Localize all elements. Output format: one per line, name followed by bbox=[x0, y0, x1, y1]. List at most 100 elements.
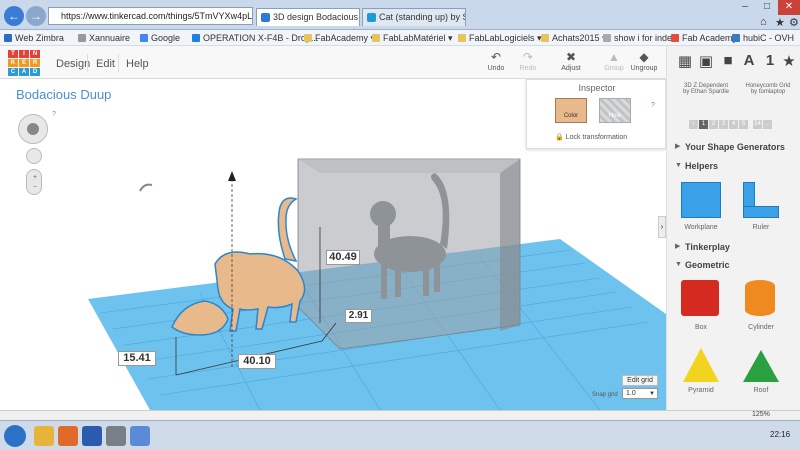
tinkercad-logo[interactable]: T I N K E R C A D bbox=[8, 49, 42, 77]
bookmark-folder[interactable]: FabAcademy ▾ bbox=[304, 32, 375, 44]
pager-current[interactable]: 1 bbox=[699, 120, 708, 129]
pager-prev-icon[interactable]: ‹ bbox=[689, 120, 698, 129]
explorer-taskbar-icon[interactable] bbox=[34, 426, 54, 446]
numbers-tab-icon[interactable]: 1 bbox=[760, 52, 780, 69]
shape-item[interactable]: 3D Z Dependent by Ethan Spardle bbox=[675, 83, 737, 95]
bookmark-icon bbox=[603, 34, 611, 42]
bookmark-folder[interactable]: Achats2015 ▾ bbox=[541, 32, 607, 44]
back-arrow-icon[interactable]: ← bbox=[4, 6, 24, 26]
menu-divider bbox=[118, 54, 119, 72]
pager-page[interactable]: ... bbox=[763, 120, 772, 129]
home-view-button[interactable] bbox=[26, 148, 42, 164]
lift-arrow-icon[interactable] bbox=[228, 171, 236, 181]
bookmark-folder[interactable]: FabLabLogiciels ▾ bbox=[458, 32, 542, 44]
roof-label: Roof bbox=[753, 387, 769, 394]
rotate-handle-icon[interactable] bbox=[139, 183, 153, 192]
design-workspace[interactable]: Bodacious Duup ? + − 40.49 2.91 40.10 15… bbox=[0, 79, 666, 410]
bookmark-item[interactable]: OPERATION X-F4B - Drop... bbox=[192, 32, 318, 44]
cylinder-shape-thumb[interactable] bbox=[745, 280, 775, 316]
pyramid-shape-thumb[interactable] bbox=[681, 346, 721, 384]
pager-page[interactable]: 3 bbox=[719, 120, 728, 129]
triangle-down-icon: ▼ bbox=[675, 162, 682, 169]
inspector-panel: Inspector Color Hole ? 🔒 Lock transforma… bbox=[526, 79, 666, 149]
grid-tab-icon[interactable]: ▦ bbox=[675, 52, 695, 70]
color-swatch[interactable]: Color bbox=[555, 98, 587, 123]
bookmark-icon bbox=[78, 34, 86, 42]
menu-design[interactable]: Design bbox=[56, 58, 90, 70]
helpers-section[interactable]: ▼ Helpers bbox=[667, 158, 800, 174]
inspector-help-mark[interactable]: ? bbox=[651, 102, 655, 109]
view-cube-control[interactable] bbox=[18, 114, 48, 144]
zoom-control[interactable]: + − bbox=[26, 169, 42, 195]
address-bar[interactable]: https://www.tinkercad.com/things/5TmVYXw… bbox=[48, 7, 253, 25]
elevation-dimension-label[interactable]: 2.91 bbox=[345, 309, 372, 323]
close-icon[interactable]: ✕ bbox=[778, 0, 800, 15]
app-taskbar-icon[interactable] bbox=[130, 426, 150, 446]
star-icon[interactable]: ★ bbox=[775, 16, 785, 29]
app-taskbar-icon[interactable] bbox=[106, 426, 126, 446]
ruler-label: Ruler bbox=[752, 224, 770, 231]
bookmark-item[interactable]: show i for index bbox=[603, 32, 677, 44]
box-shape-thumb[interactable] bbox=[681, 280, 719, 316]
hole-box-top bbox=[298, 159, 520, 173]
bookmark-folder[interactable]: FabLabMatériel ▾ bbox=[372, 32, 453, 44]
pager-page[interactable]: 5 bbox=[739, 120, 748, 129]
geometric-section[interactable]: ▼ Geometric bbox=[667, 257, 800, 273]
maximize-icon[interactable]: □ bbox=[756, 0, 778, 15]
favorites-tab-icon[interactable]: ★ bbox=[779, 52, 799, 70]
panel-collapse-chevron-icon[interactable]: › bbox=[658, 216, 666, 238]
zoom-level[interactable]: 125% bbox=[752, 411, 770, 418]
redo-button[interactable]: ↷ Redo bbox=[510, 50, 546, 72]
bookmark-item[interactable]: hubiC - OVH bbox=[732, 32, 794, 44]
clock[interactable]: 22:16 bbox=[770, 430, 790, 439]
snap-grid-label: Snap grid bbox=[592, 392, 618, 398]
edit-grid-button[interactable]: Edit grid bbox=[622, 375, 658, 386]
length-dimension-label[interactable]: 40.10 bbox=[238, 354, 276, 369]
menu-help[interactable]: Help bbox=[126, 58, 149, 70]
lock-transformation[interactable]: 🔒 Lock transformation bbox=[555, 133, 627, 141]
height-dimension-label[interactable]: 40.49 bbox=[326, 250, 360, 265]
cube-tab-icon[interactable]: ▣ bbox=[696, 52, 716, 70]
ungroup-button[interactable]: ◆ Ungroup bbox=[626, 50, 662, 72]
bookmark-item[interactable]: Fab Academy bbox=[671, 32, 737, 44]
tab-label: Cat (standing up) by Scintilla... bbox=[379, 12, 465, 22]
menu-edit[interactable]: Edit bbox=[96, 58, 115, 70]
adjust-button[interactable]: ✖ Adjust bbox=[553, 50, 589, 72]
view-help-mark[interactable]: ? bbox=[52, 111, 56, 118]
tinkerplay-section[interactable]: ▶ Tinkerplay bbox=[667, 239, 800, 255]
zoom-out-icon: − bbox=[33, 184, 38, 191]
pager-page[interactable]: 4 bbox=[729, 120, 738, 129]
box-label: Box bbox=[694, 324, 708, 331]
minimize-icon[interactable]: – bbox=[734, 0, 756, 15]
bookmark-item[interactable]: Web Zimbra bbox=[4, 32, 64, 44]
undo-button[interactable]: ↶ Undo bbox=[478, 50, 514, 72]
google-icon bbox=[140, 34, 148, 42]
width-dimension-label[interactable]: 15.41 bbox=[118, 351, 156, 366]
shapes-panel: ▦ ▣ ■ A 1 ★ 3D Z Dependent by Ethan Spar… bbox=[666, 46, 800, 410]
roof-shape-thumb[interactable] bbox=[741, 346, 781, 384]
workplane-shape-thumb[interactable] bbox=[681, 182, 721, 218]
your-shape-generators-section[interactable]: ▶ Your Shape Generators bbox=[667, 139, 800, 155]
bookmark-item[interactable]: Google bbox=[140, 32, 180, 44]
browser-titlebar: ← → https://www.tinkercad.com/things/5Tm… bbox=[0, 0, 800, 30]
home-icon[interactable]: ⌂ bbox=[760, 16, 767, 28]
snap-grid-select[interactable]: 1.0 ▼ bbox=[622, 388, 658, 399]
triangle-right-icon: ▶ bbox=[675, 143, 681, 150]
tab-3d-design[interactable]: 3D design Bodacious Duup ... bbox=[256, 8, 360, 26]
pager-page[interactable]: 2 bbox=[709, 120, 718, 129]
word-taskbar-icon[interactable] bbox=[82, 426, 102, 446]
start-button-icon[interactable] bbox=[4, 425, 26, 447]
box-tab-icon[interactable]: ■ bbox=[718, 52, 738, 69]
tab-cat-thing[interactable]: Cat (standing up) by Scintilla... bbox=[362, 8, 466, 26]
workplane-label: Workplane bbox=[684, 224, 718, 231]
forward-arrow-icon[interactable]: → bbox=[26, 6, 46, 26]
shape-item[interactable]: Honeycomb Grid by tomlaptop bbox=[737, 83, 799, 95]
bookmark-item[interactable]: Xannuaire bbox=[78, 32, 130, 44]
settings-gear-icon[interactable]: ⚙ bbox=[789, 16, 799, 29]
pyramid-label: Pyramid bbox=[688, 387, 714, 394]
letters-tab-icon[interactable]: A bbox=[739, 52, 759, 69]
pager-page[interactable]: 24 bbox=[753, 120, 762, 129]
firefox-taskbar-icon[interactable] bbox=[58, 426, 78, 446]
windows-taskbar: 22:16 bbox=[0, 420, 800, 450]
hole-swatch[interactable]: Hole bbox=[599, 98, 631, 123]
